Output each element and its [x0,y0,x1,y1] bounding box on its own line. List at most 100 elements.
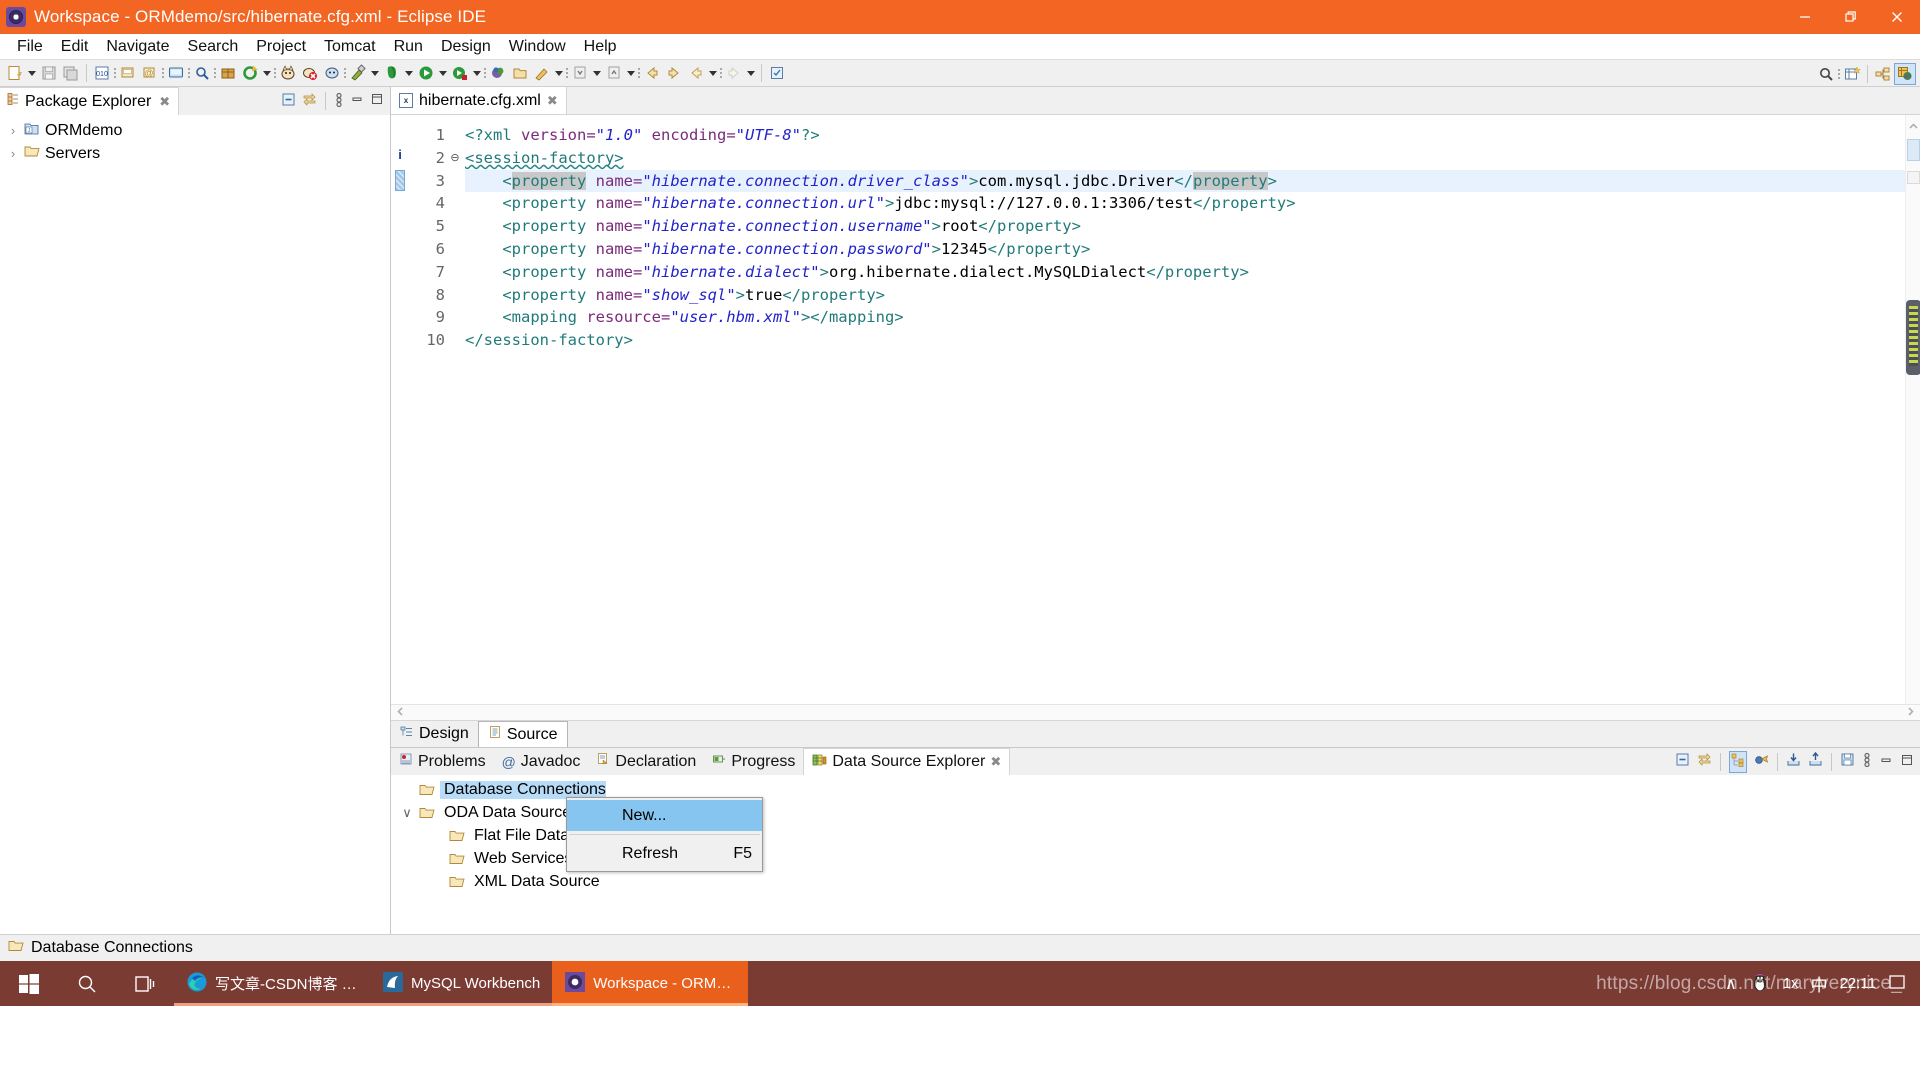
close-icon[interactable]: ✖ [547,93,558,109]
search-toolbar-icon[interactable] [191,62,213,84]
tab-package-explorer[interactable]: Package Explorer ✖ [0,87,180,115]
minimize-icon[interactable] [350,92,364,110]
tab-javadoc[interactable]: @ Javadoc [494,748,589,775]
restore-button[interactable] [1828,0,1874,34]
save-all-icon[interactable] [60,62,82,84]
taskbar-app-edge[interactable]: 写文章-CSDN博客 和... [174,961,370,1006]
data-source-tree-item[interactable]: XML Data Source [391,870,1920,893]
twisty-icon[interactable]: › [6,146,20,161]
twisty-icon[interactable]: ∨ [399,805,415,821]
run-config-dropdown-icon[interactable] [471,62,483,84]
new-wizard-icon[interactable] [4,62,26,84]
scrollbar-thumb[interactable] [1906,300,1920,375]
pin-editor-icon[interactable] [766,62,788,84]
back-icon[interactable] [641,62,663,84]
new-wizard-dropdown-icon[interactable] [26,62,38,84]
run-configurations-icon[interactable] [449,62,471,84]
code-line[interactable]: <property name="show_sql">true</property… [465,284,1905,307]
tab-data-source-explorer[interactable]: Data Source Explorer ✖ [803,748,1011,775]
run-dropdown-icon[interactable] [437,62,449,84]
next-annotation-dropdown-icon[interactable] [625,62,637,84]
info-annotation-marker[interactable]: i [391,147,409,170]
web-perspective-icon[interactable] [1894,63,1916,85]
input-method-indicator[interactable]: 中 [1811,971,1828,996]
collapse-all-icon[interactable] [281,92,296,111]
maximize-icon[interactable] [1900,753,1914,771]
start-button[interactable] [0,961,58,1006]
notification-icon[interactable] [1888,973,1906,995]
maximize-icon[interactable] [370,92,384,110]
debug-dropdown-icon[interactable] [403,62,415,84]
task-view-button[interactable] [116,961,174,1006]
code-line[interactable]: <session-factory> [465,147,1905,170]
tomcat-restart-icon[interactable] [321,62,343,84]
collapse-all-icon[interactable] [1675,752,1690,771]
clock-label[interactable]: 22:11 [1840,975,1876,992]
code-text[interactable]: <?xml version="1.0" encoding="UTF-8"?> <s… [461,115,1905,704]
editor-vertical-scrollbar[interactable] [1905,115,1920,704]
tree-item-servers[interactable]: › Servers [0,142,390,165]
refresh-icon[interactable] [239,62,261,84]
tab-problems[interactable]: Problems [391,748,494,775]
show-categories-icon[interactable] [1729,750,1747,773]
search-button[interactable] [58,961,116,1006]
menu-search[interactable]: Search [179,37,248,57]
java-ee-perspective-icon[interactable] [1872,63,1894,85]
new-java-class-icon[interactable] [117,62,139,84]
forward-icon[interactable] [663,62,685,84]
search-icon[interactable] [1815,63,1837,85]
menu-edit[interactable]: Edit [52,37,98,57]
code-line[interactable]: <property name="hibernate.connection.dri… [465,169,1905,193]
context-menu-item-new[interactable]: New... [567,800,762,831]
code-line[interactable]: <mapping resource="user.hbm.xml"></mappi… [465,306,1905,329]
menu-window[interactable]: Window [500,37,575,57]
forward-history-icon[interactable] [723,62,745,84]
menu-file[interactable]: File [8,37,52,57]
tab-declaration[interactable]: Declaration [588,748,704,775]
taskbar-app-mysql-workbench[interactable]: MySQL Workbench [370,961,553,1006]
view-menu-icon[interactable] [334,92,344,111]
menu-tomcat[interactable]: Tomcat [315,37,385,57]
new-annotation-icon[interactable]: @ [139,62,161,84]
import-icon[interactable] [1786,752,1801,771]
refresh-dropdown-icon[interactable] [261,62,273,84]
external-tools-icon[interactable] [347,62,369,84]
open-resource-icon[interactable] [487,62,509,84]
code-line[interactable]: <property name="hibernate.connection.use… [465,215,1905,238]
display-scale-label[interactable]: 1x [1783,975,1799,992]
tab-hibernate-cfg-xml[interactable]: x hibernate.cfg.xml ✖ [391,87,567,114]
editor-horizontal-scrollbar[interactable] [391,704,1920,720]
code-line[interactable]: <property name="hibernate.connection.pas… [465,238,1905,261]
fold-toggle-icon[interactable]: ⊖ [449,147,461,170]
tab-design[interactable]: Design [391,721,478,747]
prev-annotation-dropdown-icon[interactable] [591,62,603,84]
menu-navigate[interactable]: Navigate [97,37,178,57]
tomcat-start-icon[interactable] [277,62,299,84]
run-icon[interactable] [415,62,437,84]
next-annotation-icon[interactable] [603,62,625,84]
export-icon[interactable] [1808,751,1823,771]
code-line[interactable]: </session-factory> [465,329,1905,352]
qq-penguin-icon[interactable] [1749,971,1771,997]
back-history-icon[interactable] [685,62,707,84]
external-tools-dropdown-icon[interactable] [369,62,381,84]
minimize-icon[interactable] [1879,753,1893,771]
context-menu-item-refresh[interactable]: Refresh F5 [567,838,762,869]
edit-icon[interactable] [531,62,553,84]
menu-help[interactable]: Help [575,37,626,57]
tab-progress[interactable]: Progress [704,748,803,775]
scroll-right-icon[interactable] [1905,704,1916,721]
open-type-icon[interactable] [165,62,187,84]
forward-history-dropdown-icon[interactable] [745,62,757,84]
open-package-icon[interactable] [217,62,239,84]
menu-design[interactable]: Design [432,37,500,57]
tomcat-stop-icon[interactable] [299,62,321,84]
toggle-breakpoint-icon[interactable]: 010 [91,62,113,84]
scroll-up-icon[interactable] [1908,119,1919,130]
twisty-icon[interactable]: › [6,123,20,138]
link-with-editor-icon[interactable] [302,92,317,111]
tree-item-ormdemo[interactable]: › J ORMdemo [0,119,390,142]
new-folder-icon[interactable] [509,62,531,84]
tab-source[interactable]: Source [477,721,568,747]
folding-ruler[interactable]: ⊖ [449,115,461,704]
